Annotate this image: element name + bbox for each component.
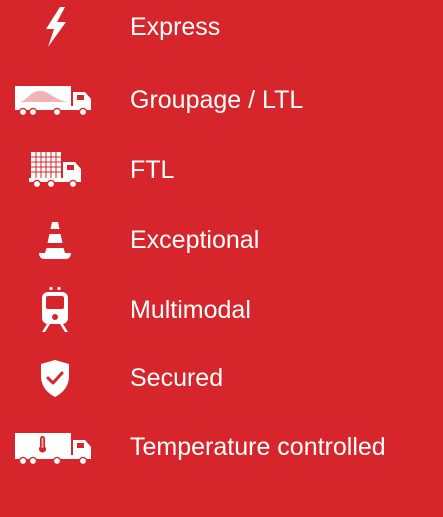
shield-check-icon <box>14 348 96 408</box>
service-item-multimodal[interactable]: Multimodal <box>0 280 443 340</box>
service-label-exceptional: Exceptional <box>130 226 260 254</box>
service-label-ftl: FTL <box>130 156 175 184</box>
service-item-groupage-ltl[interactable]: Groupage / LTL <box>0 70 443 130</box>
service-label-temperature-controlled: Temperature controlled <box>130 433 386 461</box>
service-item-temperature-controlled[interactable]: Temperature controlled <box>0 417 443 477</box>
service-label-express: Express <box>130 13 221 41</box>
service-item-secured[interactable]: Secured <box>0 348 443 408</box>
service-label-groupage-ltl: Groupage / LTL <box>130 86 304 114</box>
traffic-cone-icon <box>14 210 96 270</box>
service-label-secured: Secured <box>130 364 224 392</box>
service-item-exceptional[interactable]: Exceptional <box>0 210 443 270</box>
train-icon <box>14 280 96 340</box>
refrigerated-truck-icon <box>14 417 96 477</box>
groupage-truck-icon <box>14 70 96 130</box>
service-item-express[interactable]: Express <box>0 0 443 57</box>
service-label-multimodal: Multimodal <box>130 296 251 324</box>
lightning-bolt-icon <box>14 0 96 57</box>
service-item-ftl[interactable]: FTL <box>0 140 443 200</box>
transport-services-list: Express Groupage / LTL FTL Exceptional M… <box>0 0 443 517</box>
full-truck-icon <box>14 140 96 200</box>
